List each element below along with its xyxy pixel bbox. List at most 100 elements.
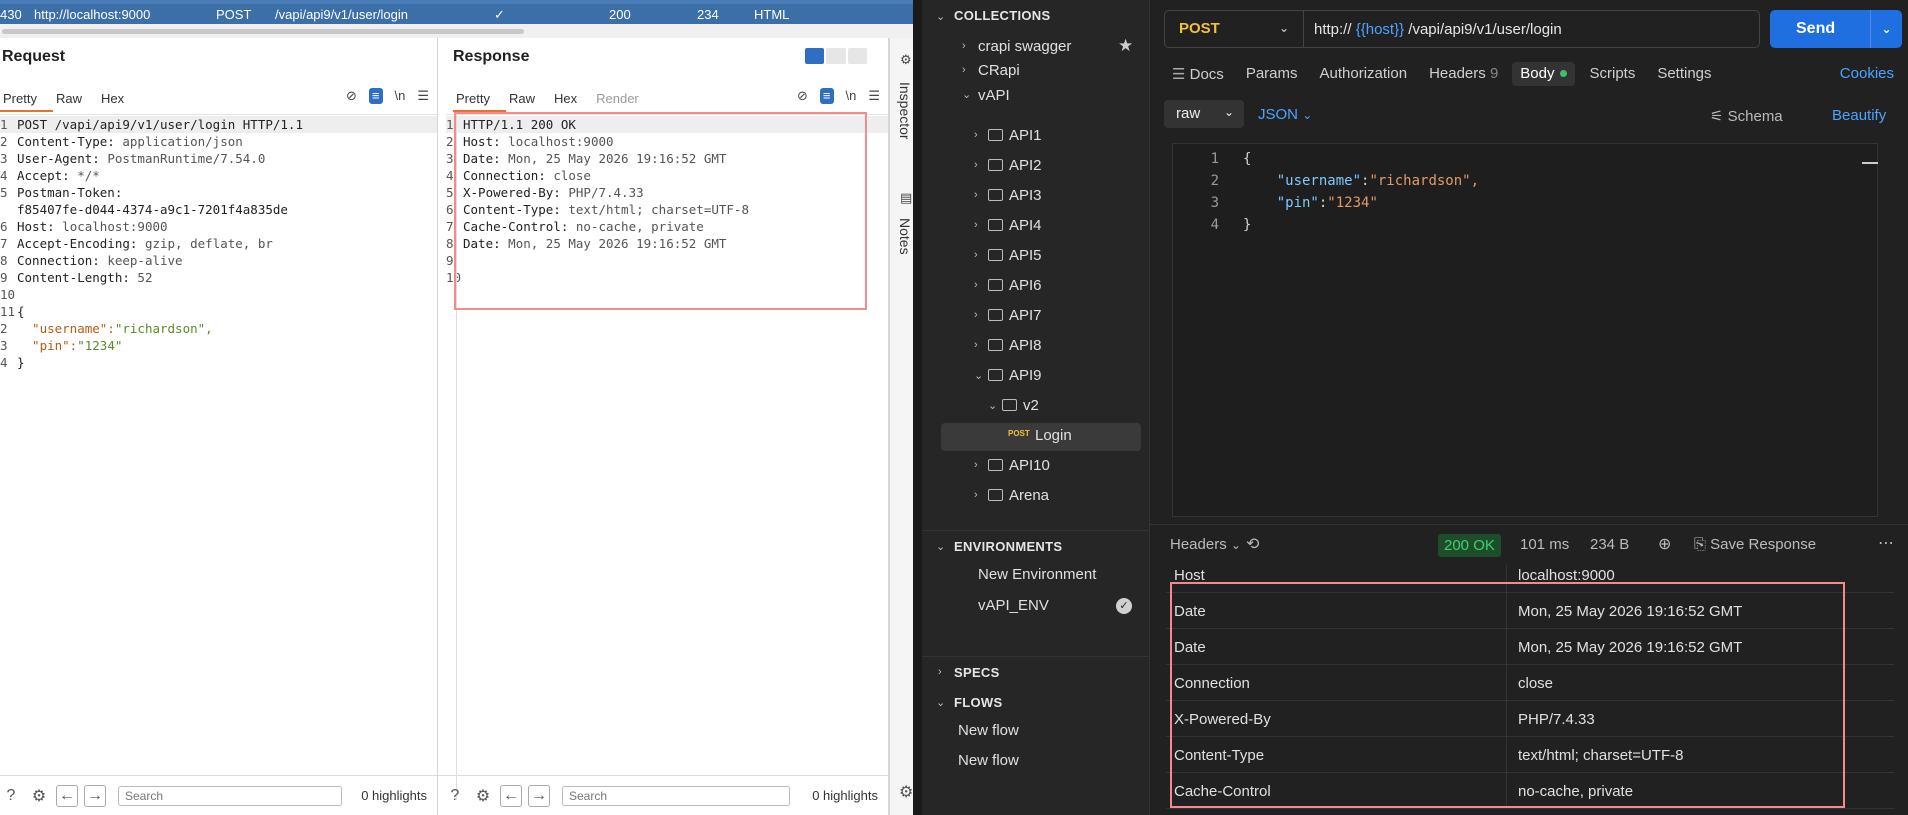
folder-item[interactable]: Arena: [988, 487, 1049, 504]
response-editor[interactable]: 1 HTTP/1.1 200 OK 2 Host: localhost:9000 3 Da…: [446, 114, 888, 800]
menu-icon[interactable]: ☰: [417, 88, 429, 104]
method-select[interactable]: POST ⌄: [1164, 10, 1304, 48]
chevron-right-icon[interactable]: ›: [974, 309, 978, 321]
folder-item[interactable]: API9: [988, 367, 1042, 384]
specs-heading[interactable]: SPECS: [954, 665, 1000, 680]
inspector-tab[interactable]: Inspector: [897, 82, 913, 140]
hide-icon[interactable]: ⊘: [346, 88, 357, 104]
settings-icon[interactable]: ⚙: [899, 782, 913, 802]
folder-item[interactable]: API7: [988, 307, 1042, 324]
chevron-right-icon[interactable]: ›: [974, 339, 978, 351]
forward-arrow-icon[interactable]: →: [528, 784, 550, 807]
tab-pretty[interactable]: Pretty: [453, 86, 506, 112]
chevron-right-icon[interactable]: ›: [974, 129, 978, 141]
body-language-select[interactable]: JSON ⌄: [1258, 106, 1312, 123]
response-headers-select[interactable]: Headers ⌄: [1170, 536, 1241, 553]
chevron-right-icon[interactable]: ›: [974, 459, 978, 471]
folder-item[interactable]: API5: [988, 247, 1042, 264]
notes-icon[interactable]: ▤: [900, 190, 912, 206]
save-response-button[interactable]: ⎘ Save Response: [1694, 536, 1816, 553]
request-editor[interactable]: 1 POST /vapi/api9/v1/user/login HTTP/1.1 2…: [0, 114, 437, 800]
chevron-right-icon[interactable]: ›: [974, 159, 978, 171]
wrap-icon[interactable]: ≡: [368, 88, 383, 104]
help-icon[interactable]: ?: [444, 785, 466, 807]
cookies-link[interactable]: Cookies: [1840, 65, 1894, 82]
forward-arrow-icon[interactable]: →: [84, 784, 106, 807]
chevron-down-icon[interactable]: ⌄: [936, 10, 945, 23]
chevron-down-icon[interactable]: ⌄: [974, 369, 983, 382]
folder-item[interactable]: API3: [988, 187, 1042, 204]
folder-item[interactable]: API10: [988, 457, 1050, 474]
chevron-down-icon[interactable]: ⌄: [936, 696, 945, 709]
tab-body[interactable]: Body: [1512, 62, 1576, 86]
tab-pretty[interactable]: Pretty: [0, 86, 53, 112]
chevron-down-icon[interactable]: ⌄: [988, 399, 997, 412]
tab-hex[interactable]: Hex: [98, 86, 140, 112]
tab-scripts[interactable]: Scripts: [1581, 62, 1643, 86]
chevron-right-icon[interactable]: ›: [974, 249, 978, 261]
settings-icon[interactable]: ⚙: [28, 785, 50, 807]
globe-icon[interactable]: ⊕: [1658, 534, 1671, 554]
history-icon[interactable]: ⟲: [1246, 534, 1259, 554]
wrap-icon[interactable]: ≡: [819, 88, 834, 104]
tab-raw[interactable]: Raw: [506, 86, 551, 112]
menu-icon[interactable]: ☰: [868, 88, 880, 104]
notes-tab[interactable]: Notes: [897, 218, 913, 255]
single-pane-icon[interactable]: [847, 48, 867, 64]
newline-icon[interactable]: \n: [395, 88, 406, 104]
send-button[interactable]: Send ⌄: [1770, 10, 1902, 48]
chevron-down-icon[interactable]: ⌄: [1870, 10, 1902, 48]
inspector-icon[interactable]: ⚙: [900, 52, 912, 68]
layout-toggle[interactable]: [805, 48, 867, 64]
chevron-right-icon[interactable]: ›: [962, 64, 966, 76]
folder-item[interactable]: API1: [988, 127, 1042, 144]
chevron-right-icon[interactable]: ›: [974, 219, 978, 231]
schema-button[interactable]: ⚟ Schema: [1710, 107, 1783, 125]
tab-docs[interactable]: ☰ Docs: [1164, 62, 1232, 86]
flow-item[interactable]: New flow: [958, 752, 1019, 769]
settings-icon[interactable]: ⚙: [472, 785, 494, 807]
flow-item[interactable]: New flow: [958, 722, 1019, 739]
help-icon[interactable]: ?: [0, 785, 22, 807]
folder-item[interactable]: API6: [988, 277, 1042, 294]
scroll-thumb[interactable]: [2, 29, 524, 34]
star-icon[interactable]: ★: [1118, 36, 1133, 56]
tab-render[interactable]: Render: [593, 86, 655, 112]
newline-icon[interactable]: \n: [846, 88, 857, 104]
chevron-right-icon[interactable]: ›: [974, 489, 978, 501]
collection-vapi[interactable]: vAPI: [978, 87, 1010, 104]
history-row-selected[interactable]: 430 http://localhost:9000 POST /vapi/api…: [0, 4, 913, 24]
back-arrow-icon[interactable]: ←: [500, 784, 522, 807]
more-icon[interactable]: ⋯: [1878, 533, 1894, 553]
environment-vapi[interactable]: vAPI_ENV: [978, 597, 1049, 614]
chevron-right-icon[interactable]: ›: [974, 189, 978, 201]
request-search-input[interactable]: Search: [118, 785, 342, 806]
folder-item[interactable]: API2: [988, 157, 1042, 174]
chevron-right-icon[interactable]: ›: [938, 666, 942, 678]
chevron-down-icon[interactable]: ⌄: [962, 88, 971, 101]
chevron-right-icon[interactable]: ›: [962, 40, 966, 52]
tab-params[interactable]: Params: [1238, 62, 1306, 86]
split-horizontal-icon[interactable]: [826, 48, 846, 64]
environment-new[interactable]: New Environment: [978, 566, 1096, 583]
split-vertical-icon[interactable]: [805, 48, 825, 64]
back-arrow-icon[interactable]: ←: [56, 784, 78, 807]
tab-settings[interactable]: Settings: [1649, 62, 1719, 86]
collections-heading[interactable]: COLLECTIONS: [954, 8, 1050, 23]
tab-hex[interactable]: Hex: [551, 86, 593, 112]
tab-raw[interactable]: Raw: [53, 86, 98, 112]
environments-heading[interactable]: ENVIRONMENTS: [954, 539, 1062, 554]
collection-crapi-swagger[interactable]: crapi swagger: [978, 38, 1071, 55]
response-search-input[interactable]: Search: [562, 785, 790, 806]
body-mode-select[interactable]: raw ⌄: [1164, 100, 1244, 128]
request-login[interactable]: Login: [1035, 427, 1072, 444]
hide-icon[interactable]: ⊘: [797, 88, 808, 104]
folder-item[interactable]: API4: [988, 217, 1042, 234]
beautify-button[interactable]: Beautify: [1832, 107, 1886, 124]
body-code-editor[interactable]: 1 {2 "username":"richardson", 3 "pin":"123…: [1172, 143, 1878, 517]
flows-heading[interactable]: FLOWS: [954, 695, 1002, 710]
folder-item[interactable]: API8: [988, 337, 1042, 354]
chevron-down-icon[interactable]: ⌄: [936, 540, 945, 553]
chevron-right-icon[interactable]: ›: [974, 279, 978, 291]
folder-item[interactable]: v2: [1002, 397, 1039, 414]
